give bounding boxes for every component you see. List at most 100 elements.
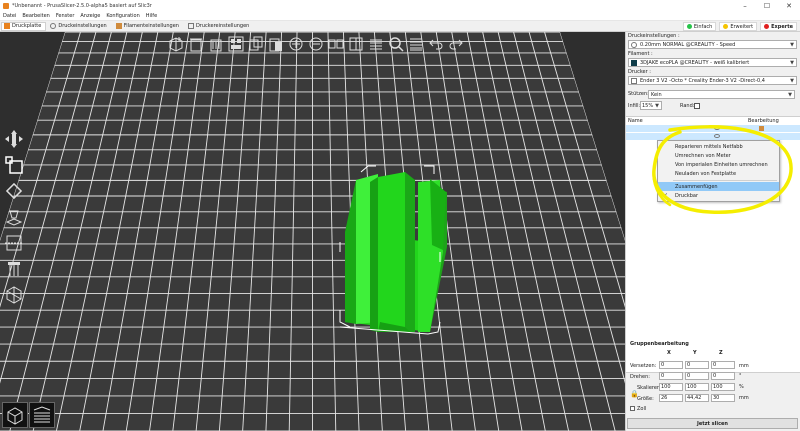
move-x-input[interactable]: 0 (659, 361, 683, 369)
delete-button[interactable] (187, 35, 205, 53)
size-unit: mm (739, 395, 749, 401)
filament-combo[interactable]: 3DJAKE ecoPLA @CREALITY - weiß kalibrier… (628, 58, 797, 67)
rotate-tool-button[interactable] (2, 179, 26, 203)
printer-combo[interactable]: Ender 3 V2 -Octo * Creality Ender-3 V2 -… (628, 76, 797, 85)
tab-druckereinstellungen[interactable]: Druckereinstellungen (185, 22, 254, 31)
minimize-button[interactable]: – (734, 0, 756, 12)
remove-instance-button[interactable] (307, 35, 325, 53)
edit-icon[interactable] (759, 126, 764, 131)
cut-tool-button[interactable] (2, 231, 26, 255)
seam-painting-button[interactable] (2, 283, 26, 307)
split-objects-button[interactable] (327, 35, 345, 53)
size-y-input[interactable]: 44,42 (685, 394, 709, 402)
paint-supports-button[interactable] (2, 257, 26, 281)
copy-button[interactable] (247, 35, 265, 53)
infill-combo[interactable]: 15% ▼ (640, 101, 662, 110)
rotate-y-input[interactable]: 0 (685, 372, 709, 380)
menu-item-label: Umrechnen von Meter (675, 152, 731, 159)
menu-printable[interactable]: ✓ Druckbar (658, 191, 779, 200)
trash-icon (190, 38, 202, 52)
gizmo-toolbar (2, 127, 28, 309)
menu-bearbeiten[interactable]: Bearbeiten (19, 13, 52, 19)
variable-layer-button[interactable] (407, 35, 425, 53)
column-name: Name (628, 118, 643, 124)
layer-edit-button[interactable] (367, 35, 385, 53)
mode-label: Erweitert (730, 23, 754, 30)
scale-icon (5, 156, 23, 174)
menu-convert-imperial[interactable]: Von imperialen Einheiten umrechnen (658, 160, 779, 169)
menu-konfiguration[interactable]: Konfiguration (103, 13, 142, 19)
close-button[interactable]: ✕ (778, 0, 800, 12)
menu-item-label: Neuladen von Festplatte (675, 170, 737, 177)
tab-druckeinstellungen[interactable]: Druckeinstellungen (47, 22, 111, 31)
scale-x-input[interactable]: 100 (659, 383, 683, 391)
mode-experte[interactable]: Experte (760, 22, 797, 31)
tab-druckplatte[interactable]: Druckplatte (1, 21, 47, 31)
add-instance-button[interactable] (287, 35, 305, 53)
preview-button[interactable] (29, 402, 55, 428)
print-settings-icon (631, 41, 637, 48)
menu-item-label: Zusammenfügen (675, 183, 718, 190)
menu-anzeige[interactable]: Anzeige (77, 13, 103, 19)
menu-item-label: Von imperialen Einheiten umrechnen (675, 161, 768, 168)
3d-object[interactable] (339, 165, 447, 335)
3d-viewport[interactable] (0, 32, 625, 431)
slice-now-button[interactable]: Jetzt slicen (627, 418, 798, 429)
column-edit: Bearbeitung (748, 118, 779, 124)
rotate-z-input[interactable]: 0 (711, 372, 735, 380)
printer-label: Drucker : (628, 69, 651, 75)
menu-bar: Datei Bearbeiten Fenster Anzeige Konfigu… (0, 12, 800, 21)
menu-fenster[interactable]: Fenster (53, 13, 78, 19)
copy-icon (249, 36, 263, 51)
menu-reload-from-disk[interactable]: Neuladen von Festplatte (658, 169, 779, 178)
search-button[interactable] (387, 35, 405, 53)
object-row[interactable] (626, 125, 800, 132)
paste-button[interactable] (267, 35, 285, 53)
3d-view-button[interactable] (2, 402, 28, 428)
size-z-input[interactable]: 30 (711, 394, 735, 402)
maximize-button[interactable]: ☐ (756, 0, 778, 12)
redo-button[interactable] (447, 35, 465, 53)
brim-checkbox[interactable] (694, 103, 700, 109)
group-edit-panel: Gruppenbearbeitung X Y Z Versetzen: 0 0 … (625, 341, 800, 417)
size-x-input[interactable]: 26 (659, 394, 683, 402)
menu-repair-netfabb[interactable]: Reparieren mittels Netfabb (658, 142, 779, 151)
filament-icon (115, 23, 122, 29)
menu-convert-meter[interactable]: Umrechnen von Meter (658, 151, 779, 160)
split-parts-button[interactable] (347, 35, 365, 53)
move-y-input[interactable]: 0 (685, 361, 709, 369)
scale-z-input[interactable]: 100 (711, 383, 735, 391)
undo-button[interactable] (427, 35, 445, 53)
add-cube-icon (169, 37, 183, 52)
move-z-input[interactable]: 0 (711, 361, 735, 369)
tab-filamenteinstellungen[interactable]: Filamenteinstellungen (113, 22, 184, 31)
supports-label: Stützen: (628, 91, 649, 97)
menu-hilfe[interactable]: Hilfe (143, 13, 160, 19)
eye-icon[interactable] (714, 134, 720, 138)
scale-tool-button[interactable] (2, 153, 26, 177)
place-on-face-button[interactable] (2, 205, 26, 229)
menu-merge[interactable]: Zusammenfügen (658, 182, 779, 191)
print-settings-combo[interactable]: 0.20mm NORMAL @CREALITY - Speed ▼ (628, 40, 797, 49)
printer-value: Ender 3 V2 -Octo * Creality Ender-3 V2 -… (640, 77, 765, 84)
view-mode-switch (2, 402, 56, 428)
move-tool-button[interactable] (2, 127, 26, 151)
scale-unit: % (739, 384, 744, 390)
move-unit: mm (739, 363, 749, 369)
mode-einfach[interactable]: Einfach (682, 22, 717, 31)
arrange-button[interactable] (227, 35, 245, 53)
chevron-down-icon: ▼ (788, 91, 792, 98)
object-row[interactable] (626, 133, 800, 140)
delete-all-button[interactable] (207, 35, 225, 53)
eye-icon[interactable] (714, 126, 720, 130)
menu-datei[interactable]: Datei (0, 13, 19, 19)
add-button[interactable] (167, 35, 185, 53)
inch-checkbox[interactable] (630, 406, 635, 411)
chevron-down-icon: ▼ (790, 41, 794, 48)
rotate-x-input[interactable]: 0 (659, 372, 683, 380)
scale-y-input[interactable]: 100 (685, 383, 709, 391)
cut-icon (5, 235, 23, 251)
remove-instance-icon (309, 37, 323, 51)
supports-combo[interactable]: Kein ▼ (648, 90, 795, 99)
mode-erweitert[interactable]: Erweitert (719, 22, 758, 31)
